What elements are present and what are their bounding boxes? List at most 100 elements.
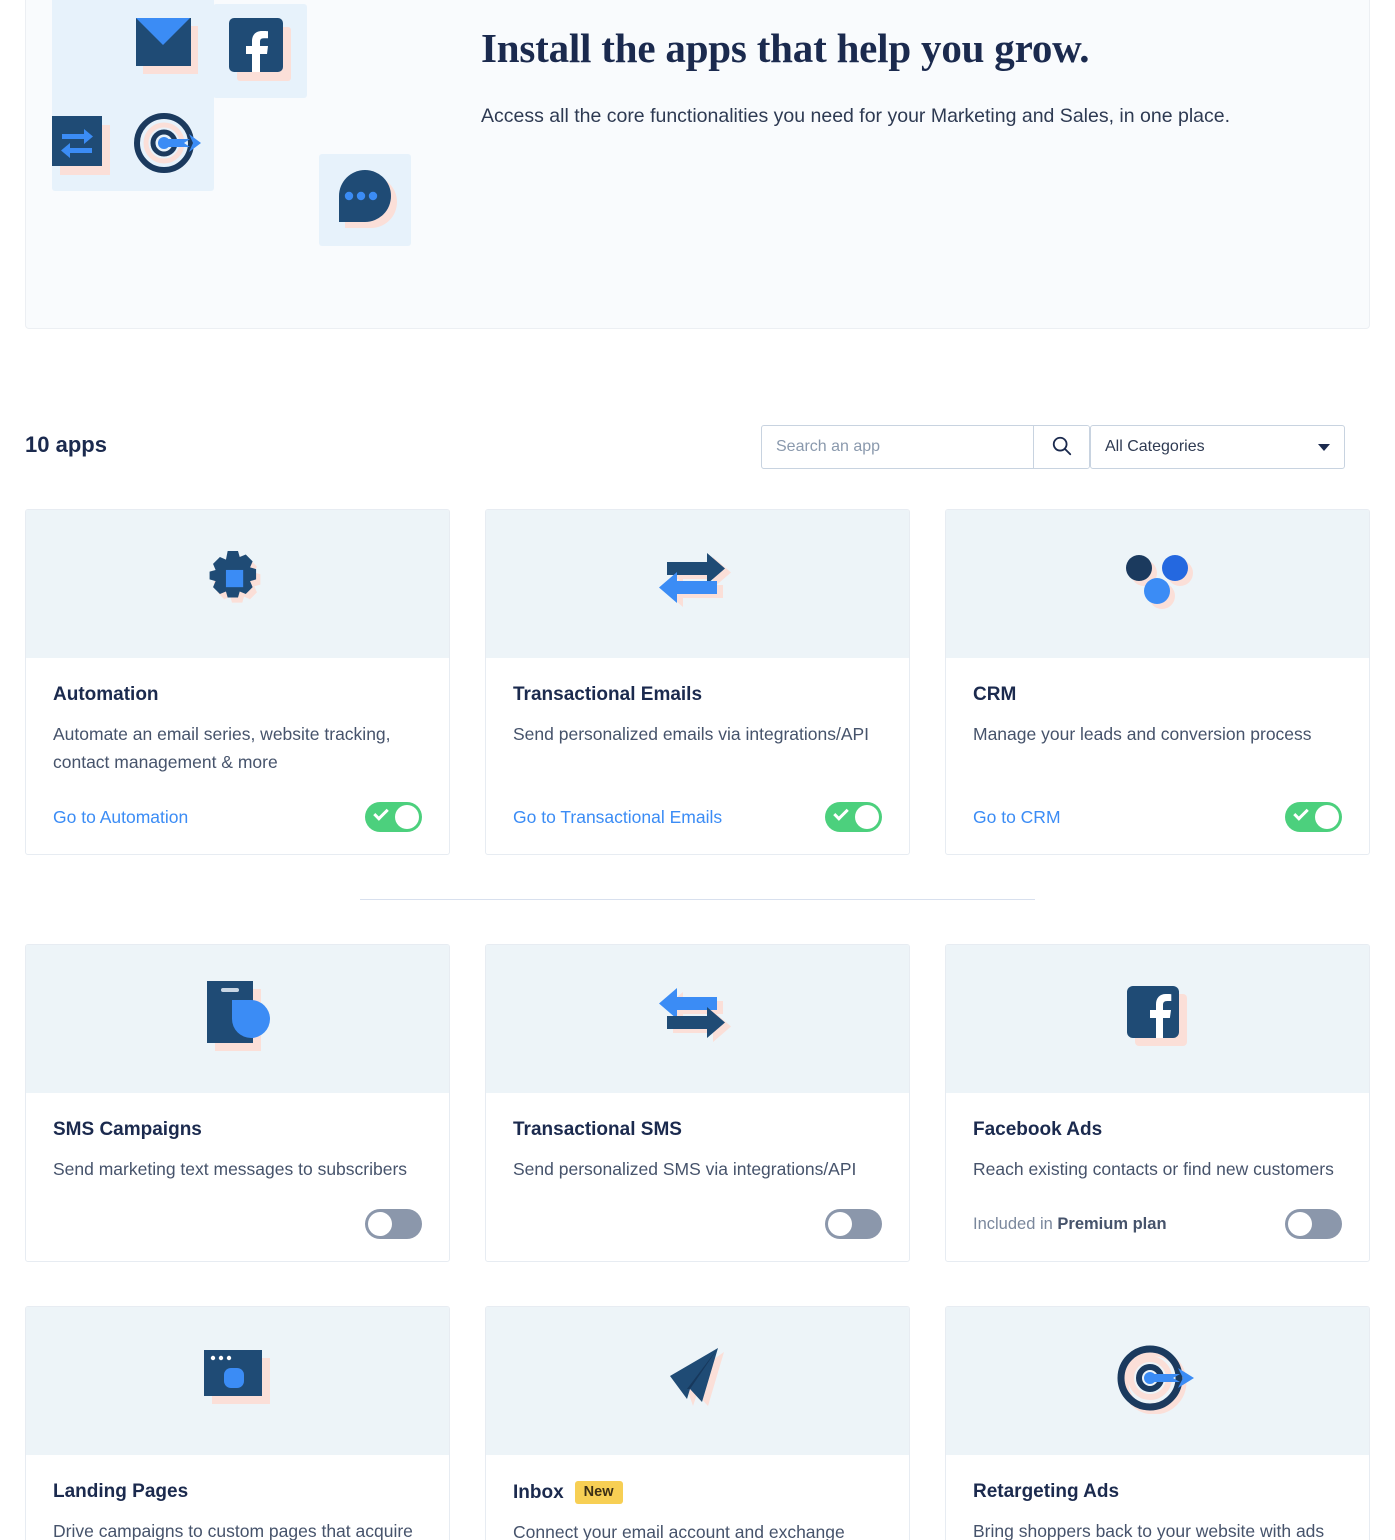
card-title-text: Automation (53, 684, 159, 705)
three-dots-icon (1118, 551, 1198, 618)
search-icon (1051, 435, 1073, 460)
card-footer (53, 1183, 422, 1239)
card-footer: Go to Automation (53, 776, 422, 832)
card-description: Drive campaigns to custom pages that acq… (53, 1521, 413, 1540)
search-box[interactable] (761, 425, 1090, 469)
card-description: Bring shoppers back to your website with… (973, 1521, 1325, 1540)
app-card-landing-pages[interactable]: Landing Pages Drive campaigns to custom … (25, 1306, 450, 1540)
section-divider (360, 899, 1035, 900)
apps-grid: Automation Automate an email series, web… (25, 509, 1370, 1540)
apps-toolbar: 10 apps All Categories (25, 425, 1370, 471)
app-card-sms-campaigns[interactable]: SMS Campaigns Send marketing text messag… (25, 944, 450, 1262)
check-icon (1293, 805, 1309, 821)
apps-row: Landing Pages Drive campaigns to custom … (25, 1306, 1370, 1540)
card-body: Inbox New Connect your email account and… (486, 1455, 909, 1540)
plan-note-plan: Premium plan (1057, 1214, 1167, 1233)
category-select-value: All Categories (1105, 438, 1205, 455)
hero-banner: Install the apps that help you grow. Acc… (25, 0, 1370, 329)
target-icon (134, 113, 204, 173)
toggle-knob (368, 1212, 392, 1236)
check-icon (833, 805, 849, 821)
search-input[interactable] (762, 426, 1033, 468)
toggle-knob (828, 1212, 852, 1236)
card-icon-area (486, 945, 909, 1093)
gear-icon (207, 550, 269, 618)
hero-illustration (26, 0, 446, 291)
card-icon-area (26, 1307, 449, 1455)
toggle-knob (855, 805, 879, 829)
card-link[interactable]: Go to CRM (973, 807, 1061, 828)
apps-marketplace-page: Install the apps that help you grow. Acc… (0, 0, 1395, 1540)
toggle-knob (395, 805, 419, 829)
card-title-text: SMS Campaigns (53, 1119, 202, 1140)
apps-row: SMS Campaigns Send marketing text messag… (25, 944, 1370, 1262)
card-title: Inbox New (513, 1481, 882, 1505)
card-icon-area (486, 510, 909, 658)
card-body: Facebook Ads Reach existing contacts or … (946, 1093, 1369, 1261)
card-title: Transactional SMS (513, 1119, 882, 1141)
app-toggle[interactable] (1285, 802, 1342, 832)
hero-text-block: Install the apps that help you grow. Acc… (481, 24, 1321, 134)
card-footer: Go to Transactional Emails (513, 776, 882, 832)
card-footer (513, 1183, 882, 1239)
card-description: Send personalized SMS via integrations/A… (513, 1159, 857, 1179)
card-title: Landing Pages (53, 1481, 422, 1503)
app-card-inbox[interactable]: Inbox New Connect your email account and… (485, 1306, 910, 1540)
card-title-text: Inbox (513, 1481, 564, 1503)
new-badge: New (574, 1481, 623, 1505)
card-title-text: Landing Pages (53, 1481, 189, 1502)
card-link[interactable]: Go to Transactional Emails (513, 807, 722, 828)
app-card-automation[interactable]: Automation Automate an email series, web… (25, 509, 450, 855)
swap-arrows-down-icon (658, 550, 737, 619)
card-body: CRM Manage your leads and conversion pro… (946, 658, 1369, 854)
card-description: Reach existing contacts or find new cust… (973, 1159, 1334, 1179)
card-description: Send personalized emails via integration… (513, 724, 870, 744)
row-gap (25, 1262, 1370, 1306)
card-icon-area (946, 510, 1369, 658)
card-footer: Included in Premium plan (973, 1183, 1342, 1239)
check-icon (373, 805, 389, 821)
app-toggle[interactable] (365, 802, 422, 832)
app-card-transactional-sms[interactable]: Transactional SMS Send personalized SMS … (485, 944, 910, 1262)
app-card-facebook-ads[interactable]: Facebook Ads Reach existing contacts or … (945, 944, 1370, 1262)
card-body: Automation Automate an email series, web… (26, 658, 449, 854)
card-icon-area (946, 945, 1369, 1093)
card-title: Facebook Ads (973, 1119, 1342, 1141)
card-icon-area (26, 510, 449, 658)
app-card-retargeting-ads[interactable]: Retargeting Ads Bring shoppers back to y… (945, 1306, 1370, 1540)
apps-count-label: 10 apps (25, 432, 107, 457)
facebook-icon (1123, 982, 1193, 1057)
facebook-icon (229, 18, 291, 81)
card-icon-area (486, 1307, 909, 1455)
card-footer: Go to CRM (973, 776, 1342, 832)
card-body: SMS Campaigns Send marketing text messag… (26, 1093, 449, 1261)
chat-bubble-icon (331, 166, 401, 236)
card-title: Transactional Emails (513, 684, 882, 706)
app-toggle[interactable] (825, 802, 882, 832)
card-body: Retargeting Ads Bring shoppers back to y… (946, 1455, 1369, 1540)
card-body: Landing Pages Drive campaigns to custom … (26, 1455, 449, 1540)
card-title-text: Transactional Emails (513, 684, 703, 705)
toggle-knob (1288, 1212, 1312, 1236)
card-description: Connect your email account and exchange … (513, 1522, 845, 1540)
search-button[interactable] (1033, 426, 1089, 468)
card-description: Send marketing text messages to subscrib… (53, 1159, 408, 1179)
app-card-transactional-emails[interactable]: Transactional Emails Send personalized e… (485, 509, 910, 855)
app-toggle[interactable] (365, 1209, 422, 1239)
app-card-crm[interactable]: CRM Manage your leads and conversion pro… (945, 509, 1370, 855)
swap-arrows-up-icon (658, 985, 737, 1054)
paper-plane-icon (662, 1344, 734, 1419)
app-toggle[interactable] (825, 1209, 882, 1239)
app-toggle[interactable] (1285, 1209, 1342, 1239)
card-body: Transactional Emails Send personalized e… (486, 658, 909, 854)
chevron-down-icon (1318, 443, 1330, 451)
page-subtitle: Access all the core functionalities you … (481, 105, 1231, 127)
plan-note-prefix: Included in (973, 1214, 1058, 1233)
category-select[interactable]: All Categories (1090, 425, 1345, 469)
envelope-icon (136, 18, 198, 80)
card-icon-area (946, 1307, 1369, 1455)
card-title-text: Retargeting Ads (973, 1481, 1120, 1502)
swap-arrows-icon (52, 116, 114, 178)
card-title-text: Transactional SMS (513, 1119, 682, 1140)
card-link[interactable]: Go to Automation (53, 807, 188, 828)
